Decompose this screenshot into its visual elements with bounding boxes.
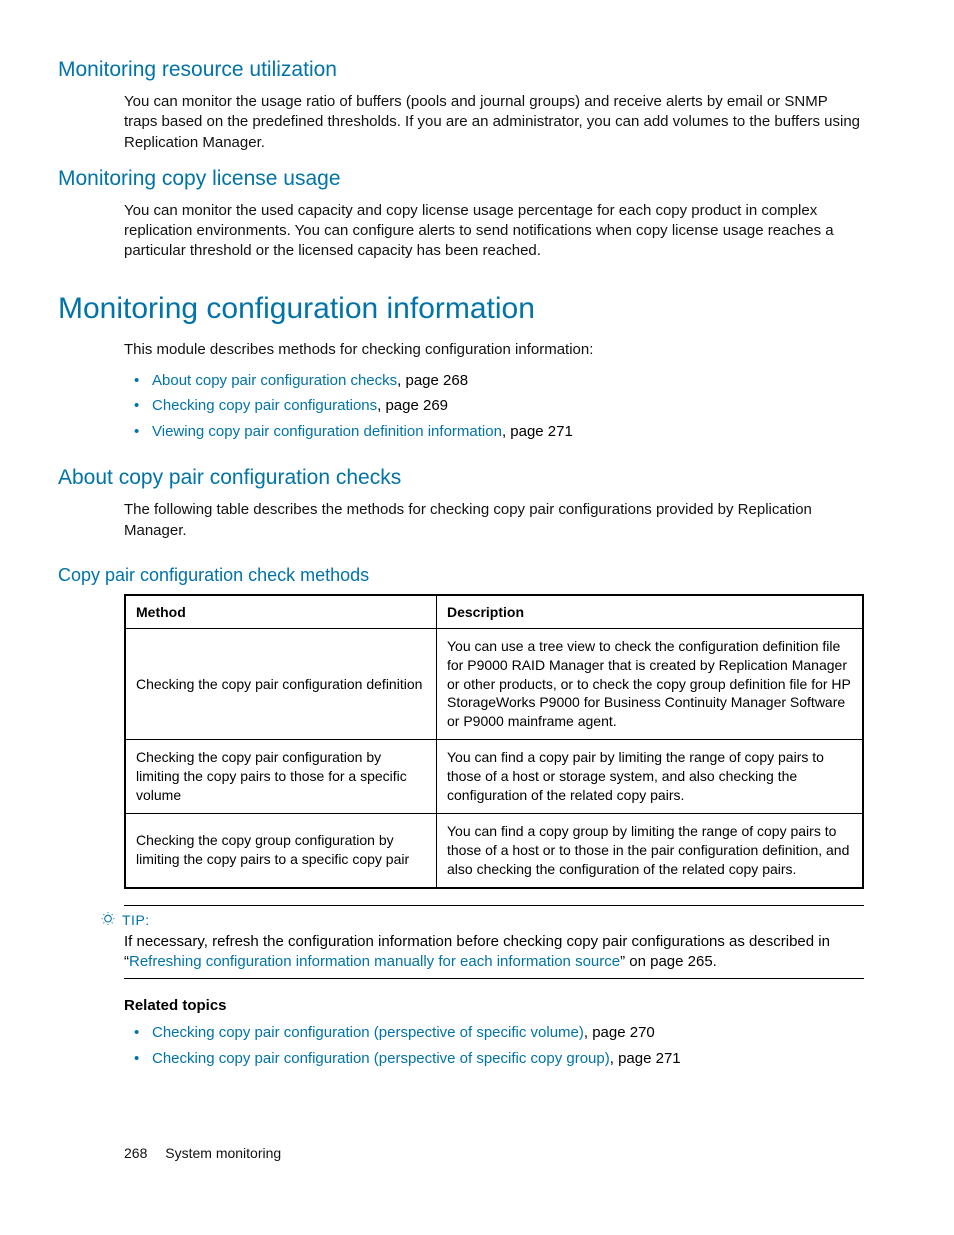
page-number: 268: [124, 1145, 147, 1161]
body-text: This module describes methods for checki…: [124, 340, 862, 360]
heading-about-copy-pair-configuration-checks: About copy pair configuration checks: [58, 466, 862, 490]
related-topics-list: Checking copy pair configuration (perspe…: [124, 1020, 862, 1071]
page-ref: , page 270: [584, 1024, 655, 1041]
list-item: Viewing copy pair configuration definiti…: [124, 419, 862, 445]
page-ref: , page 271: [610, 1050, 681, 1067]
list-item: Checking copy pair configuration (perspe…: [124, 1046, 862, 1072]
methods-table: Method Description Checking the copy pai…: [124, 594, 864, 889]
related-topics-heading: Related topics: [124, 997, 862, 1014]
link-checking-copy-pair-configuration-volume[interactable]: Checking copy pair configuration (perspe…: [152, 1024, 584, 1041]
cell-method: Checking the copy pair configuration def…: [125, 628, 437, 739]
page-ref: , page 271: [502, 423, 573, 440]
text: ” on page 265.: [620, 953, 717, 970]
divider: [124, 905, 864, 906]
tip-text: If necessary, refresh the configuration …: [124, 932, 864, 973]
table-header-method: Method: [125, 595, 437, 629]
page-ref: , page 268: [397, 372, 468, 389]
cell-description: You can find a copy pair by limiting the…: [437, 740, 864, 814]
cell-description: You can find a copy group by limiting th…: [437, 813, 864, 887]
cell-method: Checking the copy pair configuration by …: [125, 740, 437, 814]
cell-method: Checking the copy group configuration by…: [125, 813, 437, 887]
table-row: Checking the copy pair configuration by …: [125, 740, 863, 814]
table-header-description: Description: [437, 595, 864, 629]
footer-section-title: System monitoring: [165, 1145, 281, 1161]
link-refreshing-configuration-information[interactable]: Refreshing configuration information man…: [129, 953, 620, 970]
cell-description: You can use a tree view to check the con…: [437, 628, 864, 739]
page-footer: 268 System monitoring: [124, 1145, 281, 1161]
body-text: The following table describes the method…: [124, 500, 862, 541]
heading-monitoring-configuration-information: Monitoring configuration information: [58, 292, 862, 326]
table-row: Checking the copy group configuration by…: [125, 813, 863, 887]
divider: [124, 978, 864, 979]
link-about-copy-pair-configuration-checks[interactable]: About copy pair configuration checks: [152, 372, 397, 389]
heading-copy-pair-configuration-check-methods: Copy pair configuration check methods: [58, 565, 862, 586]
page-ref: , page 269: [377, 397, 448, 414]
tip-block: TIP: If necessary, refresh the configura…: [124, 905, 864, 980]
link-checking-copy-pair-configuration-copy-group[interactable]: Checking copy pair configuration (perspe…: [152, 1050, 610, 1067]
toc-list: About copy pair configuration checks, pa…: [124, 368, 862, 445]
list-item: Checking copy pair configuration (perspe…: [124, 1020, 862, 1046]
list-item: Checking copy pair configurations, page …: [124, 393, 862, 419]
link-checking-copy-pair-configurations[interactable]: Checking copy pair configurations: [152, 397, 377, 414]
heading-monitoring-resource-utilization: Monitoring resource utilization: [58, 58, 862, 82]
link-viewing-copy-pair-configuration-definition-information[interactable]: Viewing copy pair configuration definiti…: [152, 423, 502, 440]
heading-monitoring-copy-license-usage: Monitoring copy license usage: [58, 167, 862, 191]
lightbulb-icon: [100, 912, 116, 928]
table-row: Checking the copy pair configuration def…: [125, 628, 863, 739]
body-text: You can monitor the used capacity and co…: [124, 201, 862, 262]
list-item: About copy pair configuration checks, pa…: [124, 368, 862, 394]
body-text: You can monitor the usage ratio of buffe…: [124, 92, 862, 153]
tip-label: TIP:: [122, 912, 150, 928]
